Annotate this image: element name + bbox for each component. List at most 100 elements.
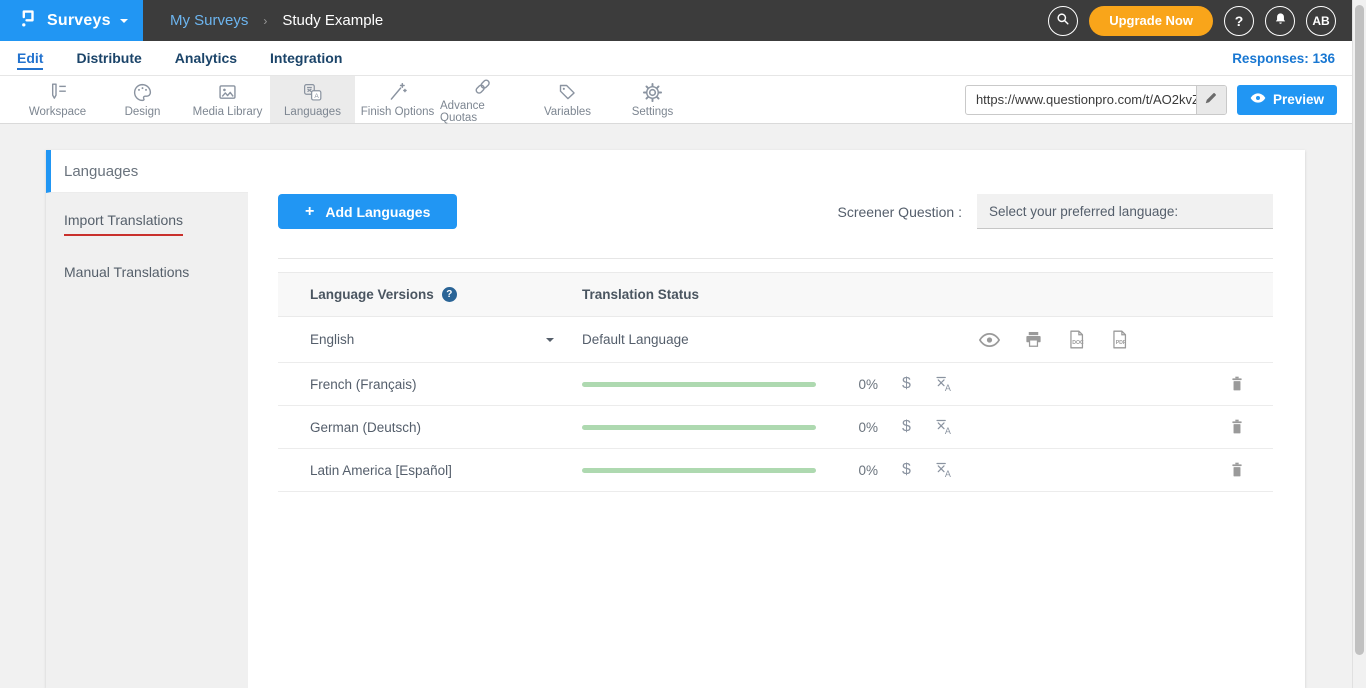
export-pdf-icon[interactable]: PDF [1110,329,1129,350]
toolbar-item-design[interactable]: Design [100,76,185,123]
survey-nav: Edit Distribute Analytics Integration Re… [0,41,1352,76]
toolbar-item-settings[interactable]: Settings [610,76,695,123]
edit-url-button[interactable] [1196,86,1226,114]
survey-url-input[interactable]: https://www.questionpro.com/t/AO2kvZ [966,86,1196,114]
tab-analytics[interactable]: Analytics [175,50,237,66]
paid-translation-icon[interactable]: $ [902,375,911,393]
toolbar-right: https://www.questionpro.com/t/AO2kvZ [965,76,1337,123]
avatar[interactable]: AB [1306,6,1336,36]
tag-icon [557,82,578,103]
export-doc-icon[interactable]: DOC [1067,329,1086,350]
chevron-down-icon [546,338,554,346]
default-language-status: Default Language [582,332,689,347]
top-bar: Surveys My Surveys › Study Example Upgra… [0,0,1352,41]
svg-text:A: A [945,469,951,479]
sidebar-item-import-translations[interactable]: Import Translations [46,198,248,250]
magic-wand-icon [387,82,408,103]
table-row-default-language: English Default Language [278,317,1273,363]
sidebar-items: Import Translations Manual Translations [46,193,248,688]
image-icon [217,82,238,103]
top-bar-actions: Upgrade Now ? AB [1048,6,1352,36]
view-survey-icon[interactable] [979,333,1000,347]
chevron-down-icon [120,19,128,27]
scrollbar[interactable] [1352,0,1366,688]
auto-translate-icon[interactable]: A [935,375,953,393]
screener-question-select[interactable]: Select your preferred language: [977,194,1273,229]
questionpro-logo-icon [16,6,38,35]
panel-main: + Add Languages Screener Question : Sele… [248,150,1305,688]
search-icon [1055,11,1071,30]
svg-text:DOC: DOC [1072,340,1084,346]
toolbar-item-label: Settings [632,106,674,118]
help-button[interactable]: ? [1224,6,1254,36]
help-badge-icon[interactable]: ? [442,287,457,302]
plus-icon: + [305,203,314,221]
toolbar-item-label: Workspace [29,106,86,118]
translation-percent: 0% [844,463,878,478]
languages-panel: Languages Import Translations Manual Tra… [46,150,1305,688]
content-area: Languages Import Translations Manual Tra… [0,124,1352,688]
sidebar-item-manual-translations[interactable]: Manual Translations [46,250,248,294]
svg-text:A: A [314,93,319,100]
sidebar-title-languages[interactable]: Languages [46,150,248,193]
breadcrumb-my-surveys[interactable]: My Surveys [170,12,248,29]
delete-language-icon[interactable] [1229,418,1245,436]
add-languages-button[interactable]: + Add Languages [278,194,457,229]
delete-language-icon[interactable] [1229,375,1245,393]
chain-links-icon [472,76,493,97]
svg-text:PDF: PDF [1116,340,1126,346]
default-language-dropdown[interactable]: English [310,332,582,347]
toolbar-item-languages[interactable]: A Languages [270,76,355,123]
toolbar-item-label: Advance Quotas [440,100,525,124]
translation-progress-bar [582,425,816,430]
preview-label: Preview [1273,92,1324,107]
language-name: German (Deutsch) [310,420,421,435]
table-row-language: Latin America [Español] 0% $ A [278,449,1273,492]
delete-language-icon[interactable] [1229,461,1245,479]
notifications-button[interactable] [1265,6,1295,36]
product-menu[interactable]: Surveys [0,0,143,41]
svg-text:A: A [945,383,951,393]
default-language-name: English [310,332,354,347]
auto-translate-icon[interactable]: A [935,418,953,436]
paid-translation-icon[interactable]: $ [902,418,911,436]
breadcrumb-current: Study Example [282,12,383,29]
print-icon[interactable] [1024,330,1043,349]
toolbar-item-advance-quotas[interactable]: Advance Quotas [440,76,525,123]
toolbar-item-label: Variables [544,106,591,118]
scrollbar-thumb[interactable] [1355,5,1364,655]
paid-translation-icon[interactable]: $ [902,461,911,479]
toolbar-item-finish-options[interactable]: Finish Options [355,76,440,123]
responses-count[interactable]: Responses: 136 [1232,51,1335,66]
toolbar-item-workspace[interactable]: Workspace [15,76,100,123]
panel-sidebar: Languages Import Translations Manual Tra… [46,150,248,688]
toolbar-item-variables[interactable]: Variables [525,76,610,123]
preview-button[interactable]: Preview [1237,85,1337,115]
table-row-language: French (Français) 0% $ A [278,363,1273,406]
translate-icon: A [302,82,323,103]
default-language-status-cell: Default Language [582,329,1201,350]
product-name: Surveys [47,12,111,30]
add-languages-label: Add Languages [325,204,430,220]
header-language-versions: Language Versions ? [310,287,582,302]
workspace-icon [47,82,68,103]
screener-question-value: Select your preferred language: [989,204,1178,219]
search-button[interactable] [1048,6,1078,36]
default-row-actions: DOC PDF [979,329,1129,350]
language-status-cell: 0% $ A [582,375,1201,393]
toolbar-item-label: Languages [284,106,341,118]
toolbar-item-media-library[interactable]: Media Library [185,76,270,123]
translation-progress-bar [582,382,816,387]
tab-distribute[interactable]: Distribute [76,50,141,66]
toolbar-item-label: Design [125,106,161,118]
palette-icon [132,82,153,103]
breadcrumb: My Surveys › Study Example [170,12,383,29]
translation-percent: 0% [844,377,878,392]
auto-translate-icon[interactable]: A [935,461,953,479]
eye-icon [1250,92,1266,107]
upgrade-now-button[interactable]: Upgrade Now [1089,6,1213,36]
section-divider [278,258,1273,259]
tab-edit[interactable]: Edit [17,50,43,66]
tab-integration[interactable]: Integration [270,50,342,66]
question-mark-icon: ? [1235,13,1244,29]
